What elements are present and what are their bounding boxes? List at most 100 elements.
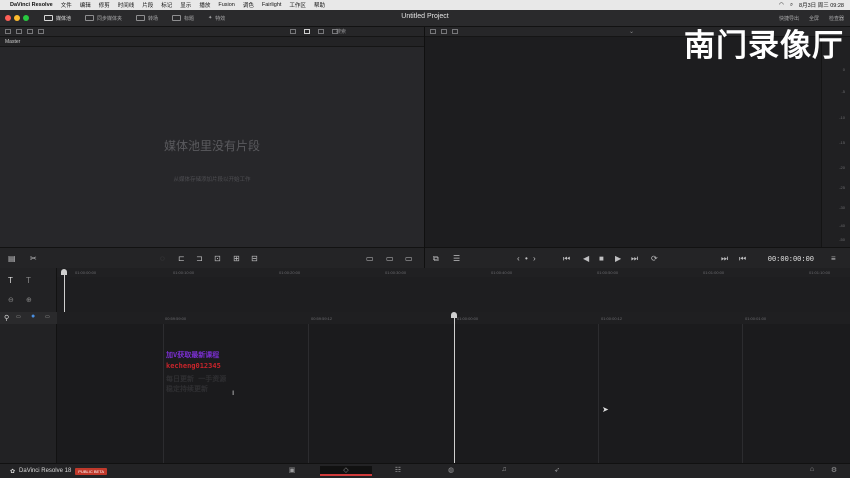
menu-playback[interactable]: 播放 [199, 1, 210, 9]
close-up-icon[interactable]: ▭ [405, 254, 413, 263]
viewer-zoom-icon[interactable] [452, 29, 458, 34]
viewer-layout-icon[interactable] [430, 29, 436, 34]
meter-tick: -20 [839, 165, 845, 170]
sync-bin-icon [85, 15, 95, 21]
page-navigation-bar: ✿ DaVinci Resolve 18 PUBLIC BETA ▣ ◇ ☷ ◍… [0, 463, 850, 478]
page-deliver-icon[interactable]: ➶ [552, 466, 562, 476]
track-options-icon[interactable]: ▭ [16, 314, 21, 320]
clock[interactable]: 8月3日 周三 09:28 [799, 1, 844, 9]
loop-icon[interactable]: ⟳ [651, 254, 658, 263]
project-title: Untitled Project [401, 13, 449, 20]
zoom-window-button[interactable] [23, 15, 29, 21]
ripple-icon[interactable]: ▭ [386, 254, 394, 263]
stop-icon[interactable]: ■ [599, 254, 604, 263]
razor-icon[interactable]: ✂ [30, 254, 37, 263]
app-logo: ✿ DaVinci Resolve 18 PUBLIC BETA [10, 467, 108, 475]
menu-help[interactable]: 帮助 [314, 1, 325, 9]
effects-icon: ✦ [208, 15, 213, 21]
menu-timeline[interactable]: 时间线 [118, 1, 135, 9]
page-media-icon[interactable]: ▣ [287, 466, 297, 476]
search-icon[interactable]: ⌕ [790, 2, 793, 9]
app-menu[interactable]: DaVinci Resolve [10, 2, 53, 8]
detail-view-icon[interactable] [318, 29, 324, 34]
flag-icon[interactable]: ● [31, 313, 35, 320]
page-fairlight-icon[interactable]: ♫ [499, 466, 509, 476]
append-icon[interactable]: ⊟ [251, 254, 258, 263]
viewer-mode-icon[interactable] [441, 29, 447, 34]
gear-icon[interactable]: ⚙ [829, 466, 839, 476]
grid-view-icon[interactable] [304, 29, 310, 34]
jog-right-icon[interactable]: › [533, 254, 536, 263]
bin-master[interactable]: Master [0, 37, 424, 47]
jog-dot-icon[interactable]: • [525, 254, 528, 263]
menu-mark[interactable]: 标记 [161, 1, 172, 9]
menu-icon[interactable]: ≡ [831, 254, 836, 263]
upper-ruler[interactable]: 01:00:00:00 01:00:10:00 01:00:20:00 01:0… [57, 268, 850, 277]
transitions-button[interactable]: 转场 [131, 13, 163, 24]
sync-icon[interactable] [38, 29, 44, 34]
menu-fairlight[interactable]: Fairlight [262, 2, 282, 8]
transport-bar: ⧉ ☰ ‹ • › ⏮ ◀ ■ ▶ ⏭ ⟳ ⏭ ⏮ 00:00:00:00 ≡ [425, 247, 850, 268]
titles-button[interactable]: 标题 [167, 13, 199, 24]
wifi-icon[interactable]: ◠ [779, 2, 784, 8]
resolve-logo-icon: ✿ [10, 468, 16, 475]
insert-icon[interactable]: ◌ [160, 254, 165, 263]
timeline-options-icon[interactable]: ▤ [8, 254, 16, 263]
ruler-tick: 00:59:59:12 [311, 316, 333, 321]
previous-clip-icon[interactable]: ⏭ [721, 254, 728, 264]
playhead[interactable] [454, 317, 455, 463]
menu-trim[interactable]: 修剪 [99, 1, 110, 9]
settings-sliders-icon[interactable]: ☰ [453, 254, 460, 263]
viewer[interactable] [425, 37, 821, 247]
next-clip-icon[interactable]: ⏮ [739, 254, 746, 264]
minimize-window-button[interactable] [14, 15, 20, 21]
menu-view[interactable]: 显示 [180, 1, 191, 9]
close-window-button[interactable] [5, 15, 11, 21]
menu-edit[interactable]: 编辑 [80, 1, 91, 9]
home-icon[interactable]: ⌂ [807, 466, 817, 476]
media-pool-button[interactable]: 媒体池 [39, 13, 76, 24]
wrench-icon[interactable]: ⚲ [4, 314, 9, 322]
fit-fill-icon[interactable]: ⊡ [214, 254, 221, 263]
page-edit-icon[interactable]: ☷ [393, 466, 403, 476]
page-cut-icon[interactable]: ◇ [320, 466, 372, 476]
ruler-tick: 01:00:40:00 [491, 270, 513, 275]
sync-bin-button[interactable]: 同步媒体夹 [80, 13, 127, 24]
upper-playhead[interactable] [64, 274, 65, 312]
new-bin-icon[interactable] [16, 29, 22, 34]
replace-icon[interactable]: ⊐ [196, 254, 203, 263]
menu-fusion[interactable]: Fusion [218, 2, 235, 8]
media-pool-area[interactable]: 媒体池里没有片段 从媒体存储添加片段以开始工作 [0, 47, 424, 247]
viewer-options-icon[interactable]: ⧉ [433, 254, 439, 264]
chevron-down-icon[interactable]: ⌄ [629, 28, 634, 35]
text-tool-icon[interactable]: T [8, 276, 13, 285]
ruler-tick: 01:00:00:00 [457, 316, 479, 321]
list-view-icon[interactable] [290, 29, 296, 34]
meter-tick: -40 [839, 223, 845, 228]
snap-icon[interactable]: ⊕ [26, 296, 32, 304]
marker-icon[interactable]: ▭ [45, 314, 50, 320]
text-plus-icon[interactable]: T [26, 276, 31, 285]
place-on-top-icon[interactable]: ⊞ [233, 254, 240, 263]
go-to-start-icon[interactable]: ⏮ [563, 254, 570, 264]
menu-workspace[interactable]: 工作区 [289, 1, 306, 9]
page-fusion-icon[interactable]: ◍ [446, 466, 456, 476]
reverse-play-icon[interactable]: ◀ [583, 254, 589, 263]
source-overwrite-icon[interactable]: ▭ [366, 254, 374, 263]
search-field[interactable]: 搜索 [336, 28, 346, 35]
menu-color[interactable]: 调色 [243, 1, 254, 9]
play-icon[interactable]: ▶ [615, 254, 621, 263]
ruler-tick: 01:00:01:00 [745, 316, 767, 321]
overwrite-icon[interactable]: ⊏ [178, 254, 185, 263]
panel-toggle-icon[interactable] [5, 29, 11, 34]
ruler-tick: 01:00:00:00 [75, 270, 97, 275]
import-icon[interactable] [27, 29, 33, 34]
jog-left-icon[interactable]: ‹ [517, 254, 520, 263]
menu-file[interactable]: 文件 [61, 1, 72, 9]
go-to-end-icon[interactable]: ⏭ [631, 254, 638, 264]
menu-clip[interactable]: 片段 [142, 1, 153, 9]
app-name: DaVinci Resolve 18 [19, 468, 72, 474]
ruler-tick: 00:59:59:00 [165, 316, 187, 321]
link-clips-icon[interactable]: ⊖ [8, 296, 14, 304]
effects-button[interactable]: ✦ 特效 [203, 13, 230, 24]
